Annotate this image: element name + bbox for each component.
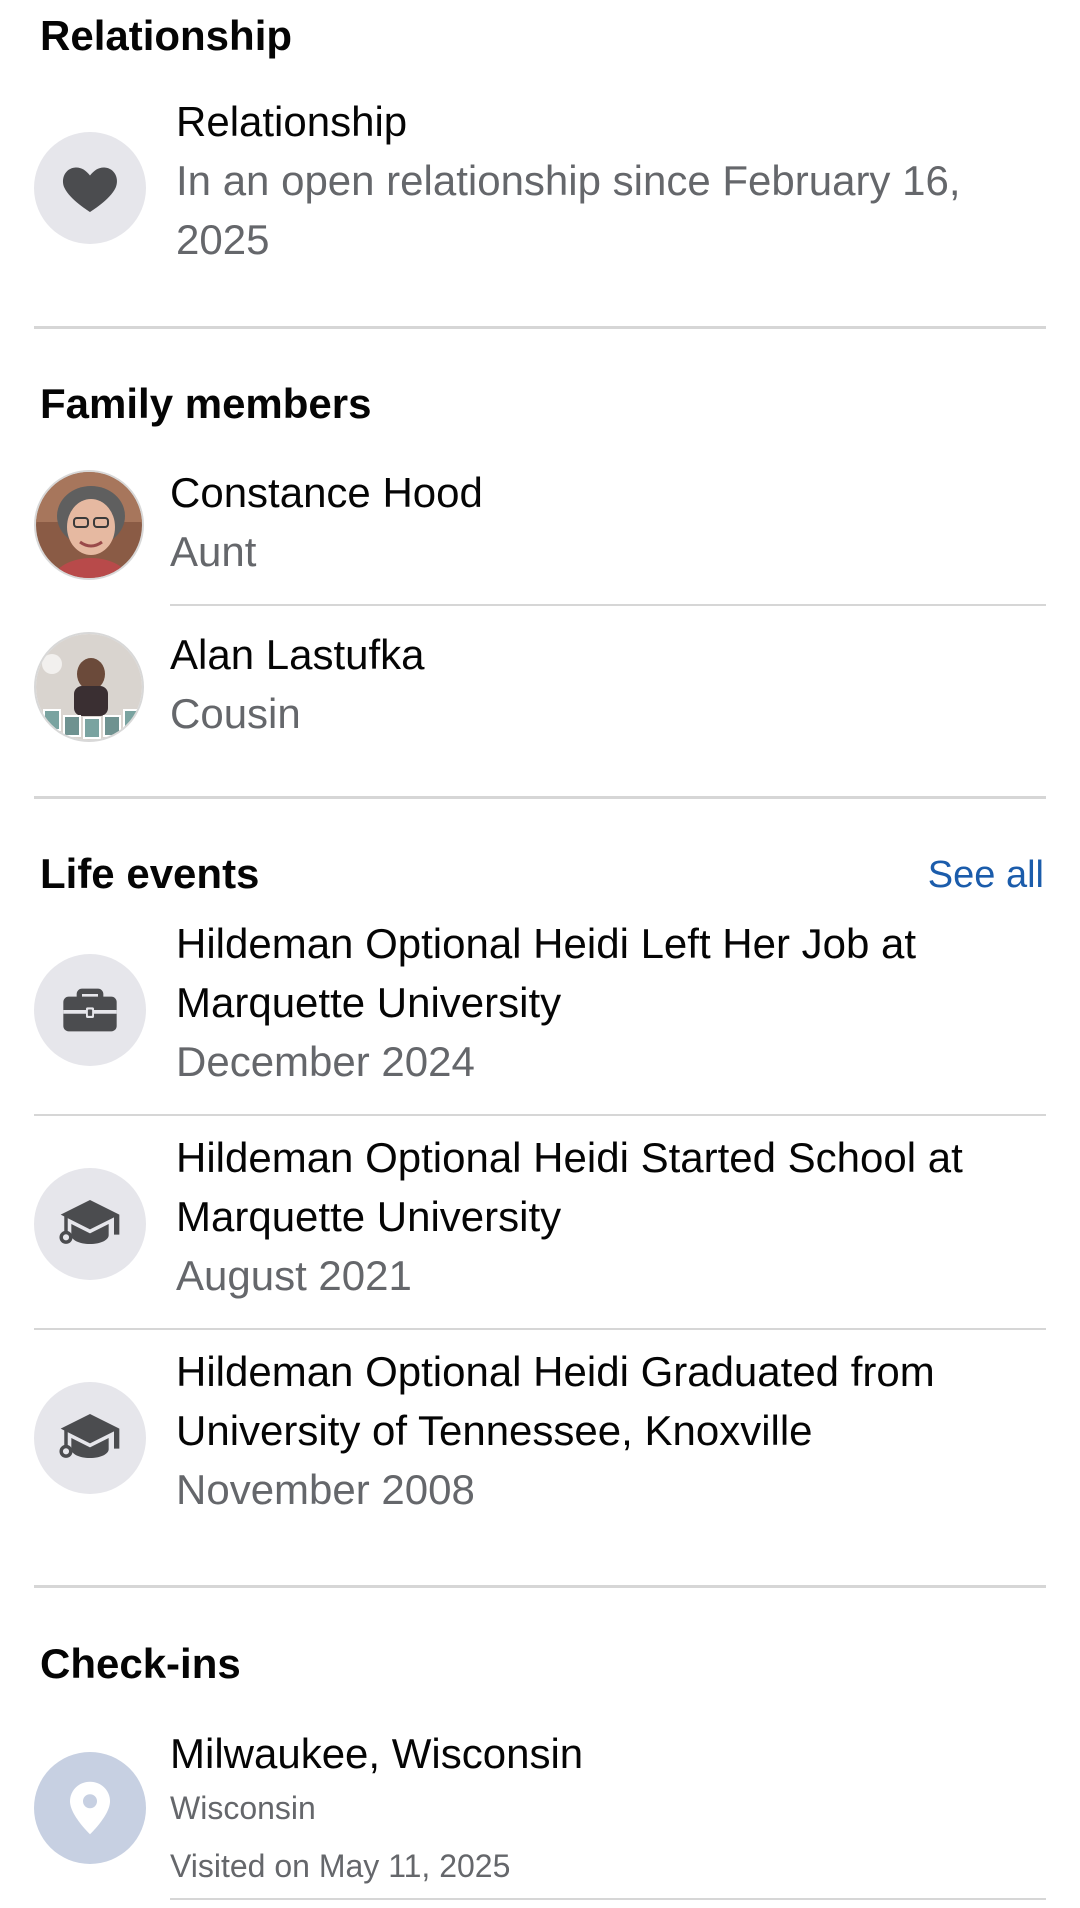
relationship-section-title: Relationship [40,12,293,59]
see-all-link[interactable]: See all [928,854,1044,897]
relationship-status-year: 2025 [176,216,270,263]
family-member-name[interactable]: Alan Lastufka [170,625,425,684]
life-event-title-cont[interactable]: University of Tennessee, Knoxville [176,1401,813,1460]
family-member-relation: Aunt [170,528,257,575]
map-pin-icon [34,1752,146,1864]
checkin-place[interactable]: Milwaukee, Wisconsin [170,1724,583,1783]
divider [34,1114,1046,1116]
graduation-cap-icon [34,1382,146,1494]
life-event-date: December 2024 [176,1038,475,1085]
family-member-relation: Cousin [170,690,301,737]
briefcase-icon [34,954,146,1066]
family-section-title: Family members [40,380,372,427]
checkin-region: Wisconsin [170,1790,316,1826]
divider [34,1585,1046,1588]
divider [170,1898,1046,1900]
avatar-constance-hood[interactable] [34,470,144,580]
avatar-alan-lastufka[interactable] [34,632,144,742]
life-event-title-cont[interactable]: Marquette University [176,1187,561,1246]
life-event-title[interactable]: Hildeman Optional Heidi Left Her Job at [176,914,916,973]
life-event-title[interactable]: Hildeman Optional Heidi Graduated from [176,1342,935,1401]
divider [34,326,1046,329]
family-member-name[interactable]: Constance Hood [170,463,483,522]
relationship-label: Relationship [176,98,408,145]
graduation-cap-icon [34,1168,146,1280]
checkin-visited-date: Visited on May 11, 2025 [170,1848,511,1884]
relationship-status: In an open relationship since February 1… [176,157,961,204]
life-event-title[interactable]: Hildeman Optional Heidi Started School a… [176,1128,963,1187]
life-event-title-cont[interactable]: Marquette University [176,973,561,1032]
life-events-section-title: Life events [40,850,260,897]
checkins-section-title: Check-ins [40,1640,241,1687]
divider [34,1328,1046,1330]
divider [170,604,1046,606]
divider [34,796,1046,799]
heart-icon [34,132,146,244]
life-event-date: November 2008 [176,1466,475,1513]
life-event-date: August 2021 [176,1252,412,1299]
